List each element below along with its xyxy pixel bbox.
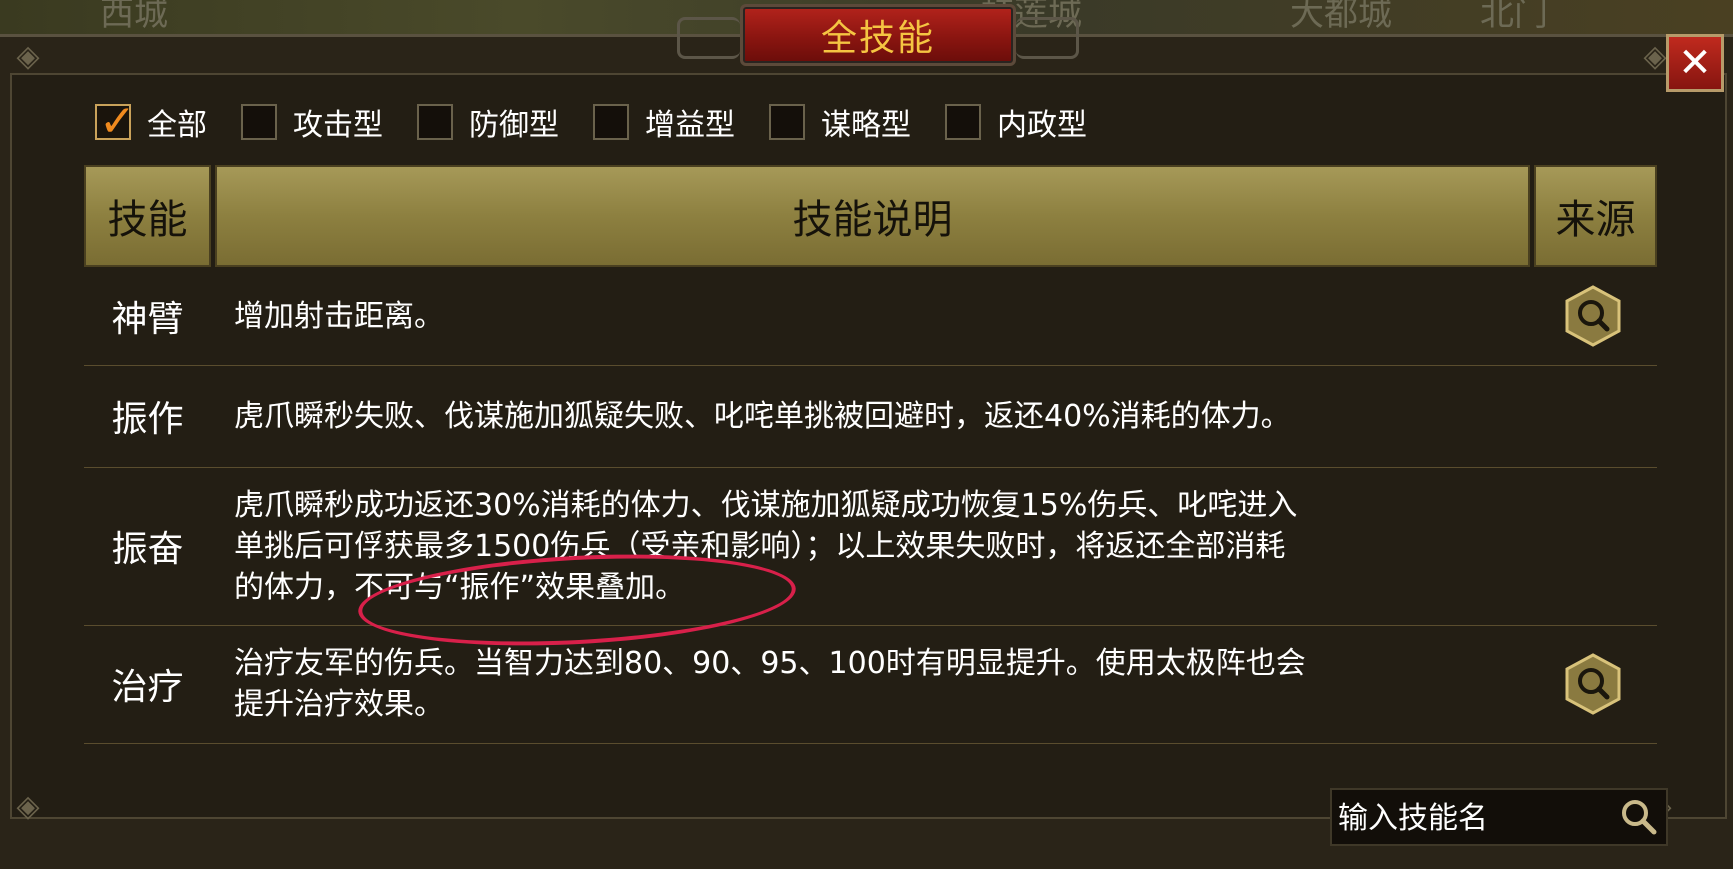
filter-domestic[interactable]: 内政型 <box>945 100 1087 144</box>
description-line: 虎爪瞬秒成功返还30%消耗的体力、伐谋施加狐疑成功恢复15%伤兵、叱咤进入 <box>234 487 1298 523</box>
description-line: 虎爪瞬秒失败、伐谋施加狐疑失败、叱咤单挑被回避时，返还40%消耗的体力。 <box>234 398 1291 434</box>
description-line: 治疗友军的伤兵。当智力达到80、90、95、100时有明显提升。使用太极阵也会 <box>234 646 1306 681</box>
filter-buff[interactable]: 增益型 <box>593 100 735 144</box>
filter-label: 增益型 <box>645 108 735 143</box>
skill-name: 振作 <box>111 399 184 440</box>
map-label: 大都城 <box>1290 0 1392 34</box>
table-row[interactable]: 治疗 治疗友军的伤兵。当智力达到80、90、95、100时有明显提升。使用太极阵… <box>84 625 1657 744</box>
skill-name: 振奋 <box>111 529 184 570</box>
check-mark-icon: ✓ <box>99 96 136 147</box>
description-line: 提升治疗效果。 <box>234 687 444 722</box>
skill-search-box[interactable] <box>1330 788 1668 846</box>
table-row[interactable]: 振奋 虎爪瞬秒成功返还30%消耗的体力、伐谋施加狐疑成功恢复15%伤兵、叱咤进入… <box>84 467 1657 626</box>
skill-description: 虎爪瞬秒失败、伐谋施加狐疑失败、叱咤单挑被回避时，返还40%消耗的体力。 <box>234 365 1624 467</box>
checkbox[interactable] <box>769 104 805 140</box>
skill-name: 治疗 <box>111 667 184 708</box>
checkbox[interactable] <box>593 104 629 140</box>
header-source: 来源 <box>1534 165 1657 267</box>
checkbox[interactable] <box>417 104 453 140</box>
description-line: 增加射击距离。 <box>234 298 444 334</box>
skill-description: 治疗友军的伤兵。当智力达到80、90、95、100时有明显提升。使用太极阵也会 … <box>234 625 1624 743</box>
filter-all[interactable]: ✓ 全部 <box>95 96 207 147</box>
filter-label: 内政型 <box>997 108 1087 143</box>
filter-label: 防御型 <box>469 108 559 143</box>
checkbox[interactable] <box>945 104 981 140</box>
source-search-icon[interactable] <box>1564 285 1622 347</box>
search-input[interactable] <box>1332 790 1620 846</box>
table-header: 技能 技能说明 来源 <box>84 165 1657 267</box>
filter-label: 谋略型 <box>821 108 911 143</box>
corner-ornament: ◈ <box>16 789 40 824</box>
close-icon: ✕ <box>1678 40 1712 86</box>
filter-label: 全部 <box>147 108 207 143</box>
filter-label: 攻击型 <box>293 108 383 143</box>
dialog-title: 全技能 <box>820 18 935 59</box>
map-label: 北门 <box>1480 0 1548 34</box>
filter-attack[interactable]: 攻击型 <box>241 100 383 144</box>
skill-table: 技能 技能说明 来源 神臂 增加射击距离。 振作 虎爪瞬秒失败、伐谋施加狐疑失败… <box>84 165 1657 755</box>
skill-name: 神臂 <box>111 299 184 340</box>
filter-defense[interactable]: 防御型 <box>417 100 559 144</box>
filter-strategy[interactable]: 谋略型 <box>769 100 911 144</box>
skill-type-filters: ✓ 全部 攻击型 防御型 增益型 谋略型 内政型 <box>95 96 1121 147</box>
close-button[interactable]: ✕ <box>1666 34 1724 92</box>
corner-ornament: ◈ <box>16 39 40 74</box>
skill-description: 增加射击距离。 <box>234 267 1624 365</box>
header-description: 技能说明 <box>215 165 1530 267</box>
checkbox[interactable] <box>241 104 277 140</box>
table-row[interactable]: 神臂 增加射击距离。 <box>84 267 1657 366</box>
source-search-icon[interactable] <box>1564 653 1622 715</box>
search-icon[interactable] <box>1618 796 1660 838</box>
description-line: 单挑后可俘获最多1500伤兵（受亲和影响）；以上效果失败时，将返还全部消耗 <box>234 528 1286 564</box>
checkbox-checked[interactable]: ✓ <box>95 96 136 147</box>
map-label: 西城 <box>100 0 168 34</box>
dialog-title-plate: 全技能 <box>677 4 1079 66</box>
table-row[interactable]: 振作 虎爪瞬秒失败、伐谋施加狐疑失败、叱咤单挑被回避时，返还40%消耗的体力。 <box>84 365 1657 468</box>
header-skill: 技能 <box>84 165 211 267</box>
